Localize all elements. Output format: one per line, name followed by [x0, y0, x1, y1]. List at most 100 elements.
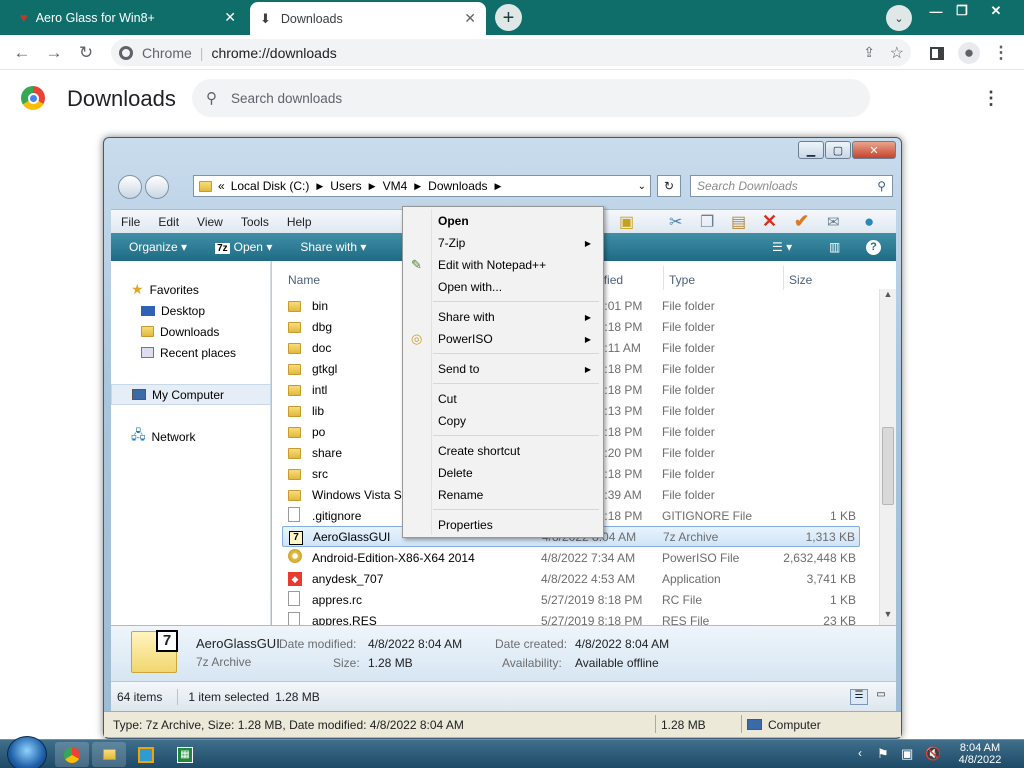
- breadcrumb-separator[interactable]: ▶: [369, 181, 376, 192]
- close-tab-icon[interactable]: ✕: [464, 10, 476, 27]
- share-with-button[interactable]: Share with ▾: [300, 240, 366, 254]
- bookmark-star-icon[interactable]: ☆: [890, 43, 904, 63]
- menu-tools[interactable]: Tools: [241, 215, 269, 229]
- toolbar-properties-icon[interactable]: ▣: [619, 212, 634, 232]
- forward-button[interactable]: →: [43, 42, 65, 64]
- taskbar-excel[interactable]: ▦: [168, 742, 202, 767]
- context-menu-properties[interactable]: Properties: [405, 514, 601, 536]
- breadcrumb-item[interactable]: Local Disk (C:): [231, 179, 310, 193]
- tray-expand-icon[interactable]: ‹: [858, 746, 862, 760]
- breadcrumb-item[interactable]: Downloads: [428, 179, 487, 193]
- nav-network[interactable]: 🖧 Network: [111, 426, 271, 447]
- explorer-back-button[interactable]: [118, 175, 142, 199]
- breadcrumb-overflow[interactable]: «: [218, 179, 225, 193]
- context-menu-copy[interactable]: Copy: [405, 410, 601, 432]
- file-row[interactable]: Android-Edition-X86-X64 2014 4/8/2022 7:3…: [282, 547, 860, 568]
- file-list-scrollbar[interactable]: ▲ ▼: [879, 289, 896, 625]
- menu-help[interactable]: Help: [287, 215, 312, 229]
- start-button[interactable]: [7, 736, 47, 768]
- nav-recent-places[interactable]: Recent places: [111, 342, 271, 363]
- menu-file[interactable]: File: [121, 215, 140, 229]
- more-actions-icon[interactable]: ⋮: [982, 88, 1000, 109]
- page-title: Downloads: [67, 86, 176, 111]
- omnibox[interactable]: Chrome | chrome://downloads ⇪ ☆: [111, 39, 911, 66]
- file-row[interactable]: ◆ anydesk_707 4/8/2022 4:53 AM Application 3…: [282, 568, 860, 589]
- scroll-down-icon[interactable]: ▼: [880, 609, 896, 625]
- scrollbar-thumb[interactable]: [882, 427, 894, 505]
- nav-desktop[interactable]: Desktop: [111, 300, 271, 321]
- share-icon[interactable]: ⇪: [863, 44, 875, 61]
- clock[interactable]: 8:04 AM 4/8/2022: [951, 742, 1009, 766]
- taskbar-explorer[interactable]: [92, 742, 126, 767]
- context-menu-edit-with-notepad[interactable]: ✎ Edit with Notepad++: [405, 254, 601, 276]
- explorer-close-button[interactable]: ✕: [852, 141, 896, 159]
- context-menu-delete[interactable]: Delete: [405, 462, 601, 484]
- scroll-up-icon[interactable]: ▲: [880, 289, 896, 305]
- taskbar-app[interactable]: [129, 742, 163, 767]
- breadcrumb-separator[interactable]: ▶: [316, 181, 323, 192]
- preview-pane-icon[interactable]: ▥: [829, 240, 840, 254]
- profile-avatar[interactable]: ●: [958, 42, 980, 64]
- menu-view[interactable]: View: [197, 215, 223, 229]
- context-menu-create-shortcut[interactable]: Create shortcut: [405, 440, 601, 462]
- delete-icon[interactable]: ✕: [762, 211, 777, 232]
- address-dropdown-icon[interactable]: ⌄: [638, 181, 646, 192]
- side-panel-icon[interactable]: [926, 42, 948, 64]
- breadcrumb-item[interactable]: VM4: [383, 179, 408, 193]
- details-view-icon[interactable]: ☰: [850, 688, 868, 705]
- close-tab-icon[interactable]: ✕: [224, 9, 236, 26]
- mail-icon[interactable]: ✉: [827, 213, 840, 231]
- help-icon[interactable]: ?: [866, 239, 881, 255]
- column-header-size[interactable]: Size: [789, 273, 812, 287]
- explorer-maximize-button[interactable]: ▢: [825, 141, 851, 159]
- tab-aero-glass[interactable]: ♥ Aero Glass for Win8+ ✕: [10, 0, 246, 35]
- volume-muted-icon[interactable]: 🔇: [925, 746, 941, 762]
- chrome-menu-icon[interactable]: ⋮: [990, 42, 1012, 64]
- close-window-button[interactable]: ✕: [980, 0, 1012, 22]
- context-menu-share-with[interactable]: Share with ▶: [405, 306, 601, 328]
- explorer-address-bar[interactable]: « Local Disk (C:) ▶ Users ▶ VM4 ▶ Downloads…: [193, 175, 651, 197]
- explorer-minimize-button[interactable]: ▁: [798, 141, 824, 159]
- context-menu-rename[interactable]: Rename: [405, 484, 601, 506]
- cut-icon[interactable]: ✂: [669, 212, 682, 232]
- back-button[interactable]: ←: [11, 42, 33, 64]
- copy-icon[interactable]: ❐: [700, 212, 714, 232]
- open-button[interactable]: 7z Open ▾: [215, 240, 272, 254]
- organize-button[interactable]: Organize ▾: [129, 240, 187, 254]
- column-header-type[interactable]: Type: [669, 273, 695, 287]
- explorer-forward-button[interactable]: [145, 175, 169, 199]
- tiles-view-icon[interactable]: ▭: [872, 689, 890, 705]
- context-menu-7-zip[interactable]: 7-Zip ▶: [405, 232, 601, 254]
- context-menu-send-to[interactable]: Send to ▶: [405, 358, 601, 380]
- context-menu-label: Rename: [438, 488, 484, 502]
- nav-favorites[interactable]: ★ Favorites: [111, 279, 271, 300]
- taskbar-chrome[interactable]: [55, 742, 89, 767]
- context-menu-cut[interactable]: Cut: [405, 388, 601, 410]
- globe-icon[interactable]: ●: [864, 212, 874, 232]
- tab-search-button[interactable]: ⌄: [886, 5, 912, 31]
- maximize-button[interactable]: ❐: [946, 0, 978, 22]
- column-header-name[interactable]: Name: [288, 273, 320, 287]
- file-row[interactable]: appres.RES 5/27/2019 8:18 PM RES File 23 KB: [282, 610, 860, 625]
- file-row[interactable]: appres.rc 5/27/2019 8:18 PM RC File 1 KB: [282, 589, 860, 610]
- context-menu-open[interactable]: Open: [405, 210, 601, 232]
- explorer-search-input[interactable]: Search Downloads ⚲: [690, 175, 893, 197]
- view-options-icon[interactable]: ☰ ▾: [772, 240, 792, 254]
- paste-icon[interactable]: ▤: [731, 212, 746, 232]
- new-tab-button[interactable]: +: [495, 4, 522, 31]
- checkmark-icon[interactable]: ✔: [794, 211, 809, 232]
- refresh-icon[interactable]: ↻: [657, 175, 681, 197]
- network-tray-icon[interactable]: ▣: [901, 746, 913, 762]
- downloads-search-input[interactable]: ⚲ Search downloads: [192, 79, 870, 117]
- action-center-icon[interactable]: ⚑: [877, 746, 889, 762]
- breadcrumb-separator[interactable]: ▶: [414, 181, 421, 192]
- nav-my-computer[interactable]: My Computer: [111, 384, 271, 405]
- breadcrumb-item[interactable]: Users: [330, 179, 361, 193]
- context-menu-poweriso[interactable]: ◎ PowerISO ▶: [405, 328, 601, 350]
- nav-downloads[interactable]: Downloads: [111, 321, 271, 342]
- menu-edit[interactable]: Edit: [158, 215, 179, 229]
- breadcrumb-separator[interactable]: ▶: [495, 181, 502, 192]
- reload-button[interactable]: ↻: [75, 42, 97, 64]
- context-menu-open-with[interactable]: Open with...: [405, 276, 601, 298]
- tab-downloads[interactable]: ⬇ Downloads ✕: [250, 2, 486, 35]
